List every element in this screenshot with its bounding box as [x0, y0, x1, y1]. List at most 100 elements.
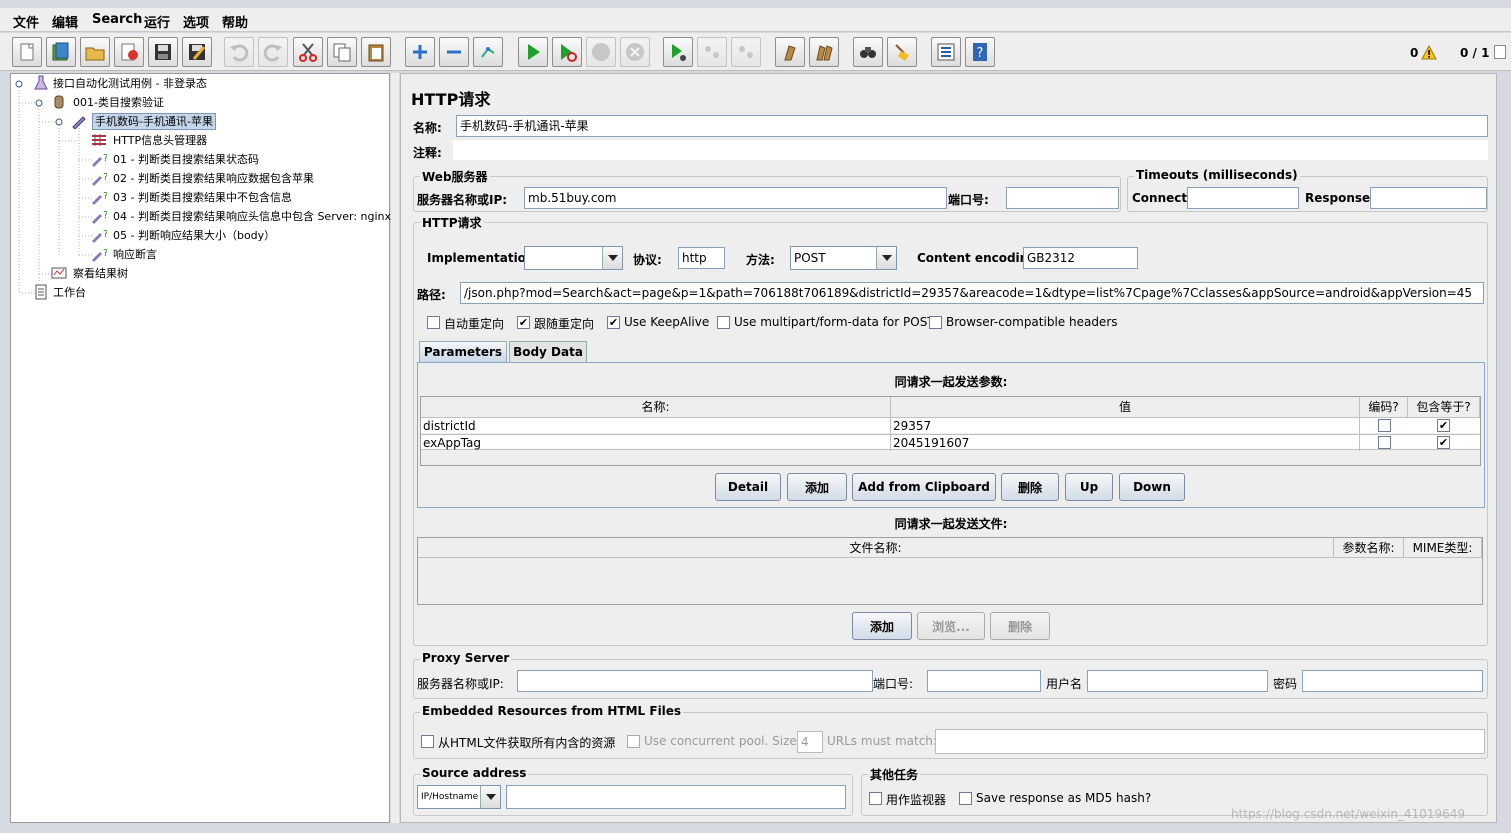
remote-exit-icon[interactable] — [731, 37, 761, 67]
param-name[interactable]: districtId — [421, 418, 891, 434]
col-mime-type[interactable]: MIME类型: — [1404, 538, 1482, 558]
splitter[interactable] — [391, 73, 399, 823]
name-field[interactable]: 手机数码-手机通讯-苹果 — [456, 115, 1488, 137]
add-param-button[interactable]: 添加 — [787, 473, 847, 501]
encode-checkbox[interactable] — [1378, 436, 1391, 449]
down-button[interactable]: Down — [1119, 473, 1185, 501]
retrieve-resources-checkbox[interactable] — [421, 735, 434, 748]
clear-icon[interactable] — [775, 37, 805, 67]
proxy-port-field[interactable] — [927, 670, 1041, 692]
start-icon[interactable] — [518, 37, 548, 67]
col-param-name[interactable]: 参数名称: — [1334, 538, 1404, 558]
encode-checkbox[interactable] — [1378, 419, 1391, 432]
undo-icon[interactable] — [224, 37, 254, 67]
chevron-down-icon[interactable] — [602, 247, 622, 269]
copy-icon[interactable] — [327, 37, 357, 67]
proxy-user-field[interactable] — [1087, 670, 1268, 692]
param-name[interactable]: exAppTag — [421, 435, 891, 451]
detail-button[interactable]: Detail — [715, 473, 781, 501]
server-field[interactable]: mb.51buy.com — [524, 187, 947, 209]
multipart-checkbox[interactable] — [717, 316, 730, 329]
implementation-select[interactable] — [524, 246, 623, 270]
tab-body-data[interactable]: Body Data — [509, 341, 587, 363]
save-icon[interactable] — [148, 37, 178, 67]
param-value[interactable]: 2045191607 — [891, 435, 1360, 451]
menu-options[interactable]: 选项 — [183, 12, 209, 31]
port-field[interactable] — [1006, 187, 1119, 209]
comment-label: 注释: — [413, 146, 442, 160]
close-icon[interactable] — [114, 37, 144, 67]
menu-file[interactable]: 文件 — [13, 12, 39, 31]
path-field[interactable]: /json.php?mod=Search&act=page&p=1&path=7… — [460, 282, 1484, 304]
keepalive-checkbox[interactable]: ✔ — [607, 316, 620, 329]
delete-file-button[interactable]: 删除 — [990, 612, 1050, 640]
cut-icon[interactable] — [293, 37, 323, 67]
templates-icon[interactable] — [46, 37, 76, 67]
test-plan-tree[interactable]: 接口自动化测试用例 - 非登录态 001-类目搜索验证 手机数码-手机通讯-苹果… — [10, 73, 391, 823]
connect-field[interactable] — [1187, 187, 1299, 209]
urls-match-field[interactable] — [935, 729, 1485, 754]
col-value[interactable]: 值 — [891, 397, 1360, 417]
chevron-down-icon[interactable] — [876, 247, 896, 269]
col-name[interactable]: 名称: — [421, 397, 891, 417]
tab-parameters[interactable]: Parameters — [419, 341, 507, 363]
new-icon[interactable] — [12, 37, 42, 67]
svg-text:?: ? — [103, 229, 107, 240]
response-field[interactable] — [1370, 187, 1487, 209]
expand-icon[interactable] — [405, 37, 435, 67]
shutdown-icon[interactable] — [620, 37, 650, 67]
stop-icon[interactable] — [586, 37, 616, 67]
protocol-field[interactable]: http — [678, 247, 725, 269]
help-icon[interactable]: ? — [965, 37, 995, 67]
warning-icon[interactable] — [1421, 45, 1437, 60]
proxy-password-field[interactable] — [1302, 670, 1483, 692]
assertion-icon: ? — [92, 229, 107, 243]
remote-start-icon[interactable] — [663, 37, 693, 67]
remote-stop-icon[interactable] — [697, 37, 727, 67]
up-button[interactable]: Up — [1065, 473, 1113, 501]
param-value[interactable]: 29357 — [891, 418, 1360, 434]
menu-run[interactable]: 运行 — [144, 12, 170, 31]
clear-all-icon[interactable] — [809, 37, 839, 67]
auto-redirect-checkbox[interactable] — [427, 316, 440, 329]
proxy-server-field[interactable] — [517, 670, 873, 692]
menu-search[interactable]: Search — [92, 12, 142, 27]
md5-checkbox[interactable] — [959, 792, 972, 805]
source-type-select[interactable]: IP/Hostname — [417, 785, 501, 809]
browser-headers-checkbox[interactable] — [929, 316, 942, 329]
add-from-clipboard-button[interactable]: Add from Clipboard — [852, 473, 996, 501]
reset-search-icon[interactable] — [887, 37, 917, 67]
pool-size-field[interactable]: 4 — [797, 731, 823, 753]
add-file-button[interactable]: 添加 — [852, 612, 912, 640]
table-row[interactable]: districtId 29357 ✔ — [421, 417, 1480, 434]
col-include-equals[interactable]: 包含等于? — [1408, 397, 1480, 417]
include-equals-checkbox[interactable]: ✔ — [1437, 419, 1450, 432]
open-icon[interactable] — [80, 37, 110, 67]
table-row[interactable]: exAppTag 2045191607 ✔ — [421, 434, 1480, 451]
start-no-pause-icon[interactable] — [552, 37, 582, 67]
function-helper-icon[interactable] — [931, 37, 961, 67]
follow-redirect-checkbox[interactable]: ✔ — [517, 316, 530, 329]
toggle-icon[interactable] — [473, 37, 503, 67]
collapse-icon[interactable] — [439, 37, 469, 67]
col-encode[interactable]: 编码? — [1360, 397, 1408, 417]
redo-icon[interactable] — [258, 37, 288, 67]
paste-icon[interactable] — [361, 37, 391, 67]
chevron-down-icon[interactable] — [480, 786, 500, 808]
comment-field[interactable] — [453, 140, 1488, 160]
col-file-name[interactable]: 文件名称: — [418, 538, 1334, 558]
save-as-icon[interactable] — [182, 37, 212, 67]
multipart-label: Use multipart/form-data for POST — [734, 315, 935, 329]
params-caption: 同请求一起发送参数: — [894, 375, 1008, 389]
menu-edit[interactable]: 编辑 — [52, 12, 78, 31]
menu-help[interactable]: 帮助 — [222, 12, 248, 31]
encoding-field[interactable]: GB2312 — [1023, 247, 1138, 269]
method-select[interactable]: POST — [790, 246, 897, 270]
delete-param-button[interactable]: 删除 — [1001, 473, 1059, 501]
concurrent-pool-checkbox[interactable] — [627, 735, 640, 748]
include-equals-checkbox[interactable]: ✔ — [1437, 436, 1450, 449]
monitor-checkbox[interactable] — [869, 792, 882, 805]
browse-button[interactable]: 浏览... — [917, 612, 985, 640]
source-address-field[interactable] — [506, 785, 846, 809]
search-icon[interactable] — [853, 37, 883, 67]
